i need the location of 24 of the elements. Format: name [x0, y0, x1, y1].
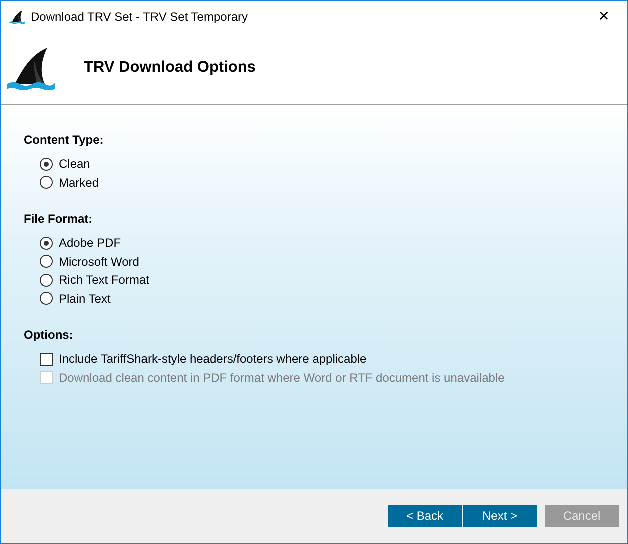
option-label: Adobe PDF	[59, 236, 122, 250]
window-title: Download TRV Set - TRV Set Temporary	[31, 10, 249, 24]
radio-button[interactable]	[40, 292, 53, 306]
close-button[interactable]: ✕	[581, 1, 627, 32]
shark-fin-icon	[9, 8, 25, 24]
option-label: Plain Text	[59, 292, 111, 306]
radio-button[interactable]	[40, 236, 53, 250]
section-label: Content Type:	[24, 133, 105, 147]
option-label: Include TariffShark-style headers/footers where applicable	[59, 352, 367, 366]
header-title: TRV Download Options	[84, 59, 256, 77]
radio-button[interactable]	[40, 255, 53, 268]
radio-button[interactable]	[40, 274, 53, 287]
radio-button[interactable]	[40, 158, 53, 171]
checkbox[interactable]	[40, 352, 53, 366]
option-label: Microsoft Word	[59, 254, 140, 269]
radio-button[interactable]	[40, 176, 53, 190]
section-label: Options:	[24, 328, 74, 342]
option-label: Download clean content in PDF format where Word or RTF document is unavailable	[59, 370, 505, 385]
section-label: File Format:	[24, 212, 94, 226]
option-label: Rich Text Format	[59, 273, 150, 288]
option-label: Marked	[59, 176, 100, 190]
wizard-button[interactable]: < Back	[388, 505, 462, 527]
option-label: Clean	[59, 157, 90, 172]
wizard-button[interactable]: Next >	[463, 505, 537, 527]
